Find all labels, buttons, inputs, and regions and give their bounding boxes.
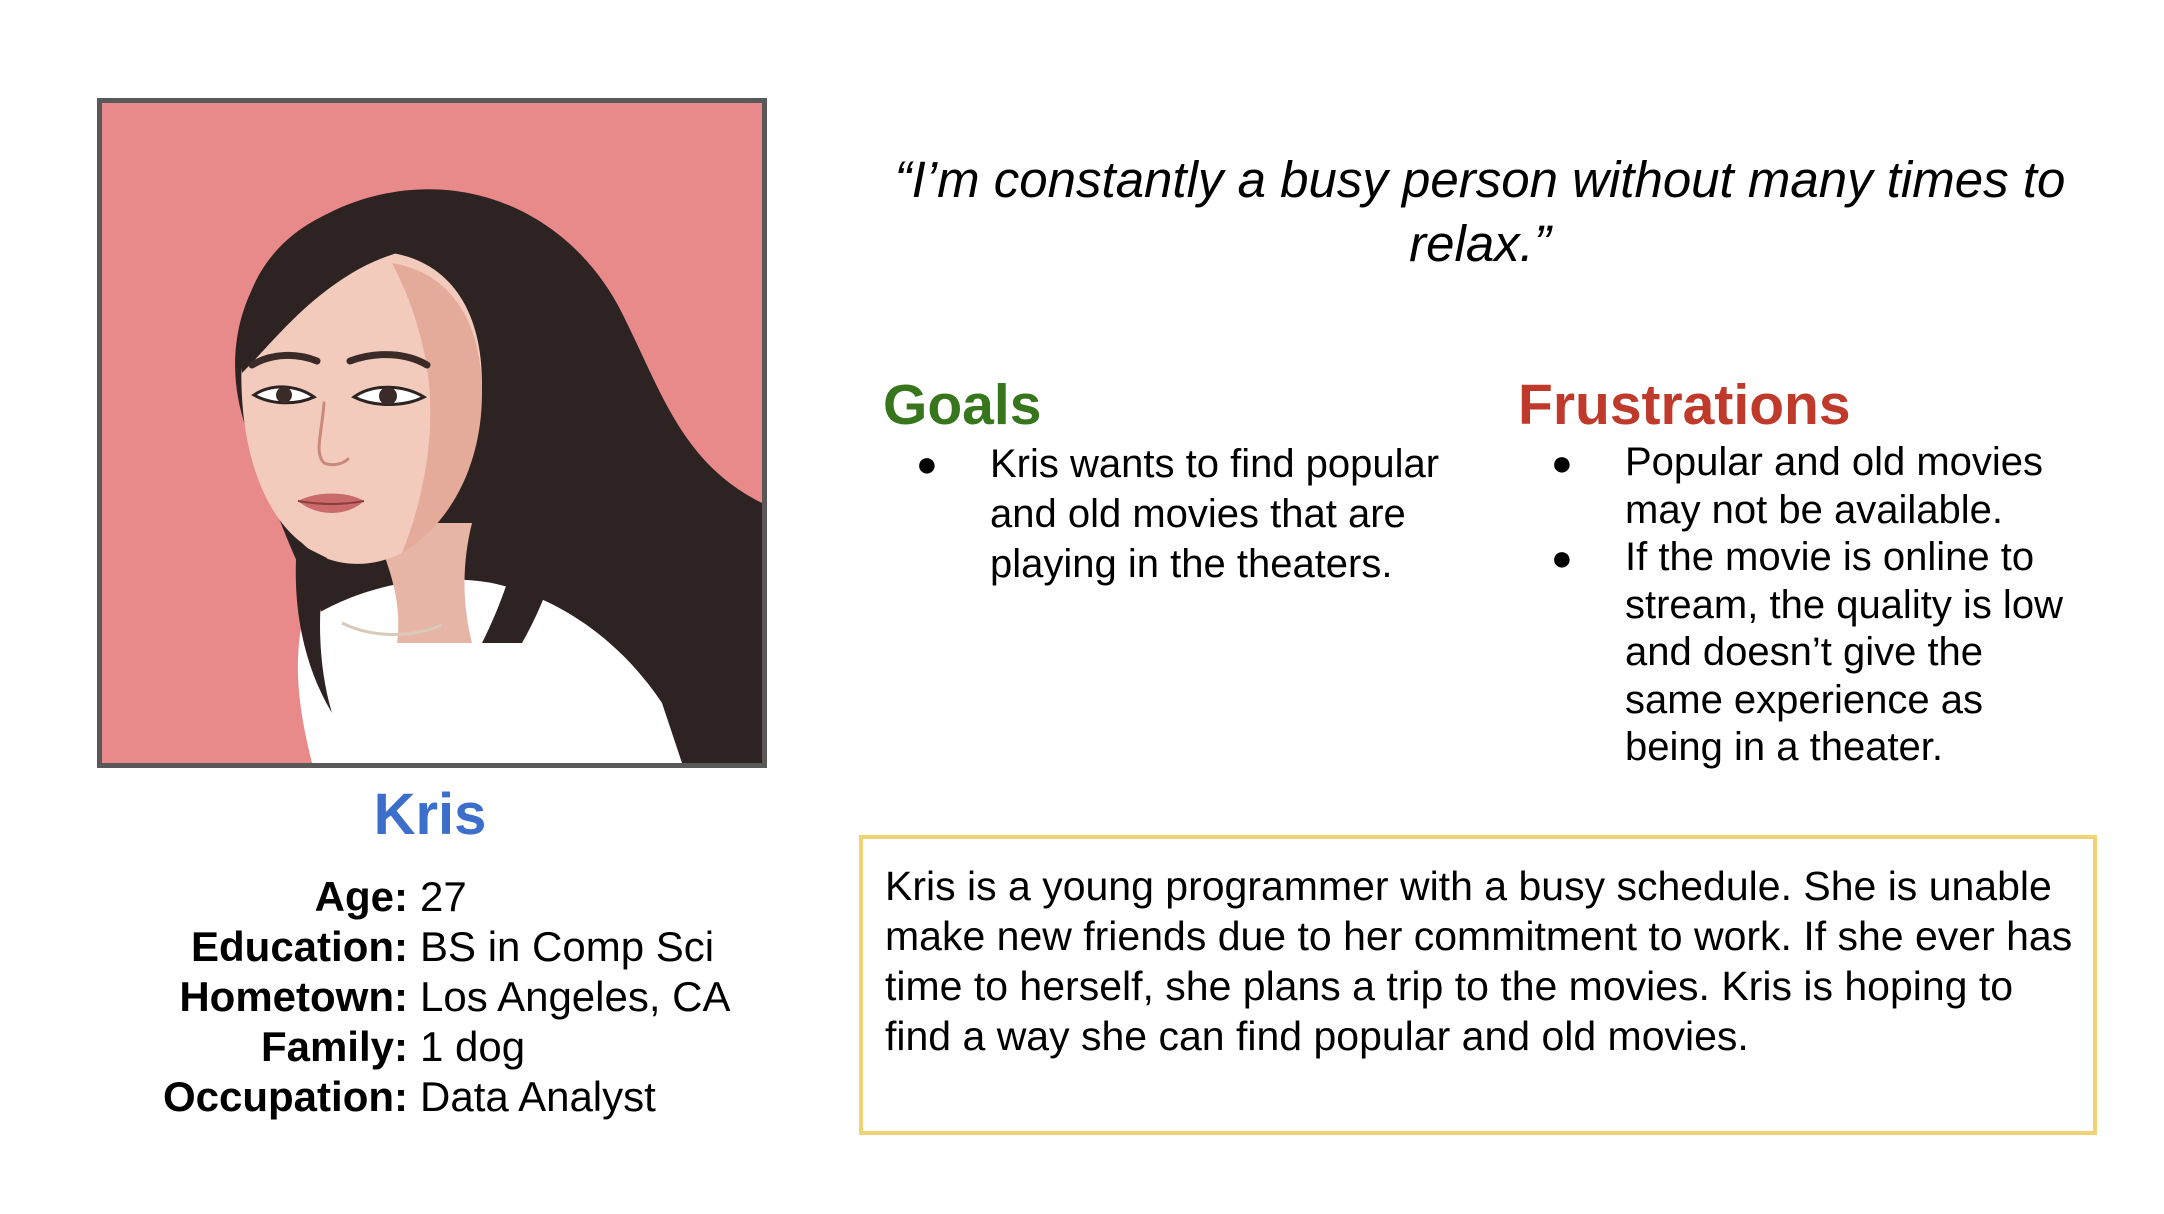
- bullet-icon: ●: [1551, 537, 1573, 578]
- detail-label: Family:: [260, 1023, 408, 1070]
- detail-label: Occupation:: [162, 1073, 408, 1120]
- bullet-icon: ●: [916, 443, 938, 484]
- persona-details: Age: 27 Education: BS in Comp Sci Hometo…: [100, 872, 800, 1122]
- bio-text: Kris is a young programmer with a busy s…: [885, 863, 2073, 1059]
- persona-quote: “I’m constantly a busy person without ma…: [894, 151, 2066, 272]
- detail-value: Los Angeles, CA: [420, 973, 731, 1020]
- frustrations-heading: Frustrations: [1518, 373, 1851, 437]
- detail-label: Age:: [314, 873, 408, 920]
- woman-portrait-illustration: [102, 103, 762, 763]
- detail-row-hometown: Hometown: Los Angeles, CA: [100, 972, 800, 1022]
- goals-list: ● Kris wants to find popular and old mov…: [910, 439, 1450, 589]
- detail-row-family: Family: 1 dog: [100, 1022, 800, 1072]
- frustration-item: ● If the movie is online to stream, the …: [1545, 534, 2085, 772]
- persona-bio: Kris is a young programmer with a busy s…: [859, 835, 2097, 1135]
- detail-row-education: Education: BS in Comp Sci: [100, 922, 800, 972]
- persona-portrait: [97, 98, 767, 768]
- bullet-icon: ●: [1551, 442, 1573, 483]
- frustration-item: ● Popular and old movies may not be avai…: [1545, 439, 2085, 534]
- detail-row-occupation: Occupation: Data Analyst: [100, 1072, 800, 1122]
- detail-row-age: Age: 27: [100, 872, 800, 922]
- goal-text: Kris wants to find popular and old movie…: [990, 442, 1440, 586]
- frustration-text: Popular and old movies may not be availa…: [1625, 440, 2044, 532]
- frustrations-list: ● Popular and old movies may not be avai…: [1545, 439, 2085, 772]
- persona-name: Kris: [373, 782, 487, 847]
- detail-value: Data Analyst: [420, 1073, 656, 1120]
- detail-value: 1 dog: [420, 1023, 526, 1070]
- goals-heading: Goals: [883, 373, 1042, 437]
- frustration-text: If the movie is online to stream, the qu…: [1625, 535, 2063, 769]
- detail-label: Hometown:: [179, 973, 408, 1020]
- goal-item: ● Kris wants to find popular and old mov…: [910, 439, 1450, 589]
- persona-slide: { "persona": { "name": "Kris", "details"…: [0, 0, 2164, 1214]
- detail-value: BS in Comp Sci: [420, 923, 715, 970]
- detail-label: Education:: [191, 923, 408, 970]
- detail-value: 27: [420, 873, 467, 920]
